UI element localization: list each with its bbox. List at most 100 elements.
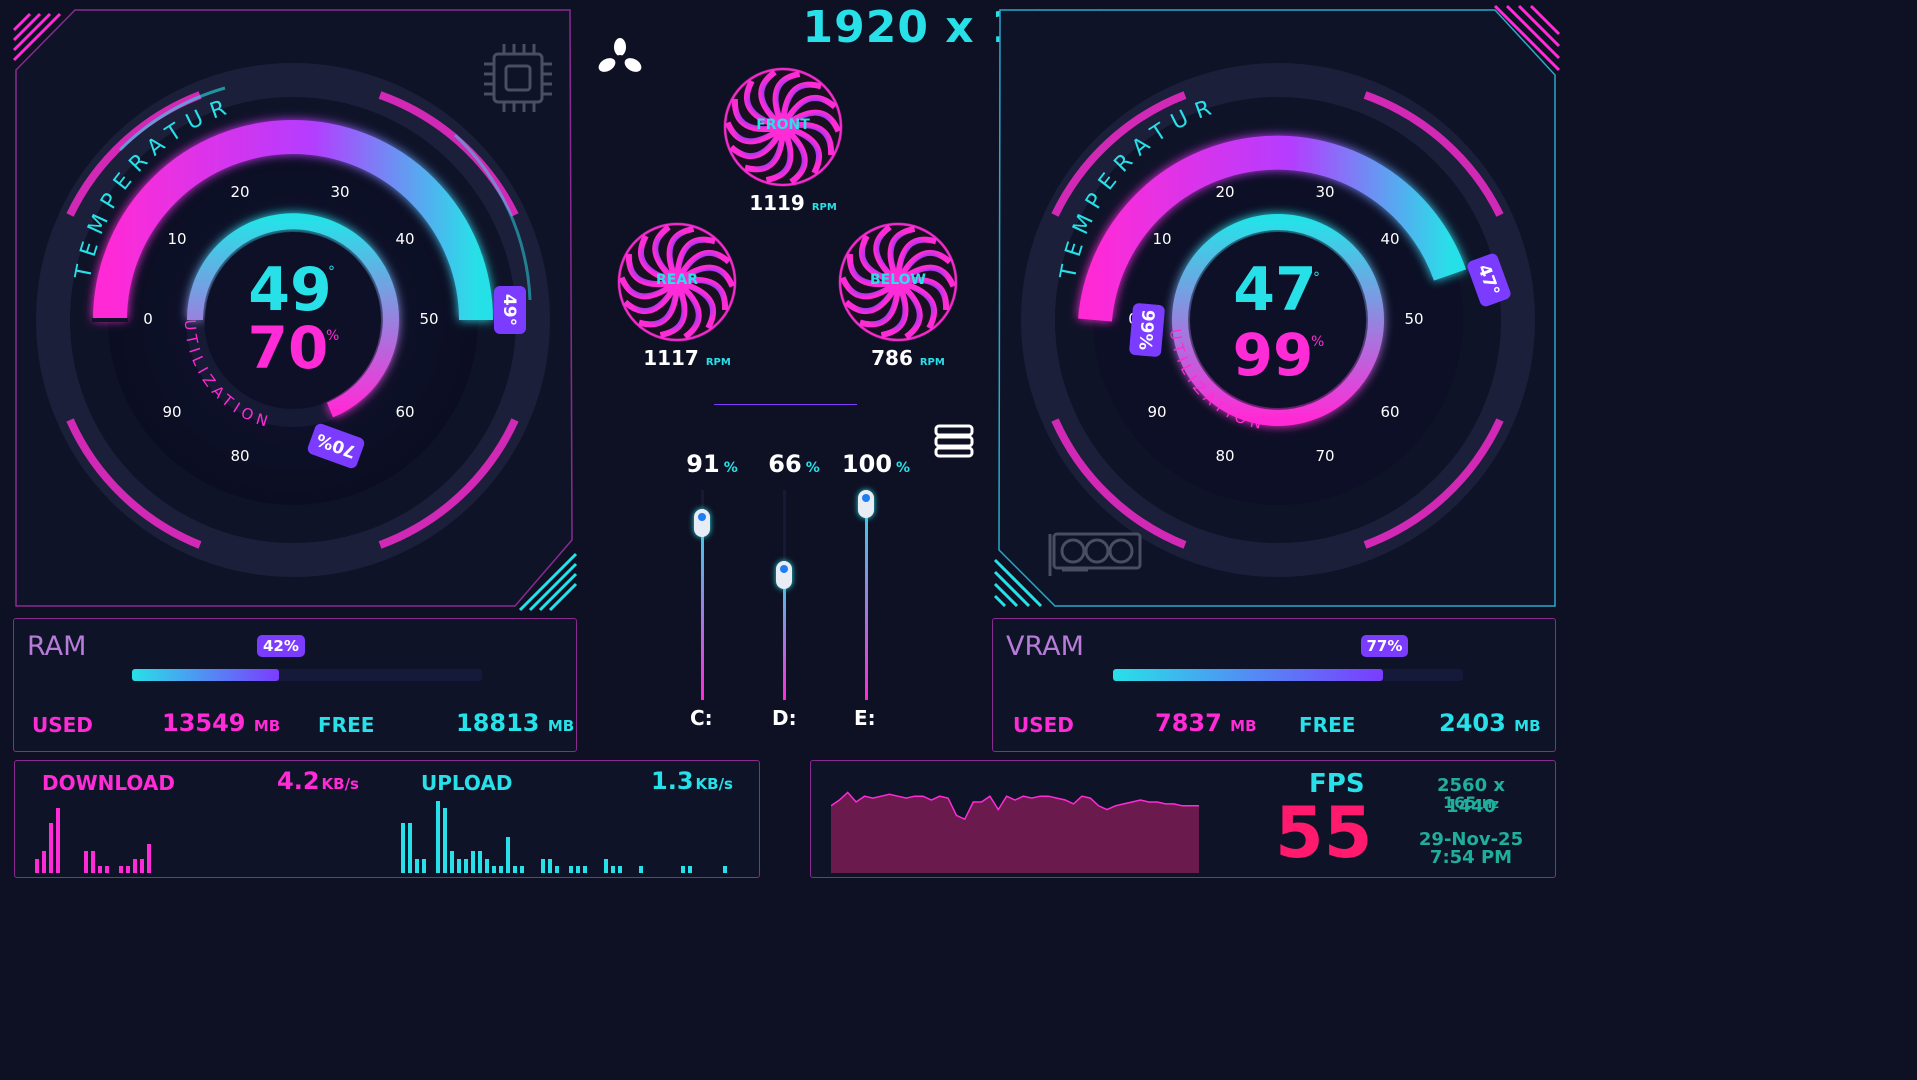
upload-bar	[541, 858, 545, 873]
drive-fill	[865, 490, 868, 700]
download-bar	[91, 851, 95, 873]
download-bar	[105, 865, 109, 873]
svg-text:60: 60	[1380, 403, 1399, 421]
download-bar	[35, 858, 39, 873]
tick-10: 10	[167, 230, 186, 248]
upload-bar	[401, 822, 405, 873]
fps-history-chart	[831, 791, 1199, 873]
vram-percent-badge: 77%	[1360, 635, 1409, 657]
upload-bar	[443, 808, 447, 873]
upload-bar	[464, 858, 468, 873]
drive-percent: 66%	[768, 450, 820, 478]
time: 7:54 PM	[1429, 847, 1513, 868]
download-bar	[140, 858, 144, 873]
drives-divider	[714, 404, 857, 405]
svg-text:70: 70	[1315, 447, 1334, 465]
tick-50: 50	[419, 310, 438, 328]
tick-80: 80	[230, 447, 249, 465]
svg-text:%: %	[1311, 334, 1324, 350]
download-bar	[84, 851, 88, 873]
tick-20: 20	[230, 183, 249, 201]
fan-rpm: 786 RPM	[871, 346, 945, 370]
tick-40: 40	[395, 230, 414, 248]
fan-name: BELOW	[870, 272, 926, 288]
upload-bar	[618, 865, 622, 873]
fan-front: FRONT 1119 RPM	[723, 67, 845, 217]
svg-text:30: 30	[1315, 183, 1334, 201]
download-bar	[126, 865, 130, 873]
cpu-utilization-value: 70	[248, 314, 329, 382]
upload-bar	[485, 858, 489, 873]
upload-bar	[513, 865, 517, 873]
download-bar	[42, 851, 46, 873]
vram-title: VRAM	[1006, 631, 1084, 662]
svg-text:20: 20	[1215, 183, 1234, 201]
ram-title: RAM	[27, 631, 87, 662]
storage-icon	[934, 424, 974, 458]
vram-free-value: 2403 MB	[1439, 709, 1541, 737]
svg-text:80: 80	[1215, 447, 1234, 465]
upload-bar	[506, 837, 510, 873]
upload-bar	[611, 865, 615, 873]
upload-bar	[408, 822, 412, 873]
fan-rpm: 1119 RPM	[749, 191, 837, 215]
upload-bar	[422, 858, 426, 873]
fps-area	[831, 792, 1199, 873]
drive-slider-knob[interactable]	[858, 490, 874, 518]
upload-bar	[688, 865, 692, 873]
upload-chart	[401, 795, 751, 875]
download-bar	[147, 844, 151, 873]
drive-letter: C:	[690, 706, 713, 730]
fan-icon	[598, 38, 642, 72]
fan-name: REAR	[656, 272, 698, 288]
gpu-util-badge: 99%	[1129, 303, 1165, 357]
download-bar	[119, 865, 123, 873]
upload-bar	[450, 851, 454, 873]
upload-bar	[548, 858, 552, 873]
upload-bar	[583, 865, 587, 873]
cpu-icon	[484, 44, 552, 112]
gpu-temperature-value: 47	[1233, 255, 1317, 325]
fan-rpm: 1117 RPM	[643, 346, 731, 370]
fan-name: FRONT	[756, 117, 810, 133]
upload-bar	[457, 858, 461, 873]
download-bar	[49, 822, 53, 873]
drive-letter: D:	[772, 706, 797, 730]
vram-used-label: USED	[1013, 713, 1074, 737]
svg-text:90: 90	[1147, 403, 1166, 421]
gpu-icon	[1048, 532, 1142, 576]
download-label: DOWNLOAD	[42, 771, 175, 795]
drive-slider-knob[interactable]	[694, 508, 710, 537]
svg-text:40: 40	[1380, 230, 1399, 248]
upload-bar	[723, 865, 727, 873]
download-bar	[133, 858, 137, 873]
upload-bar	[555, 865, 559, 873]
tick-90: 90	[162, 403, 181, 421]
tick-60: 60	[395, 403, 414, 421]
svg-text:°: °	[1313, 270, 1320, 286]
upload-label: UPLOAD	[421, 771, 513, 795]
tick-30: 30	[330, 183, 349, 201]
ram-free-label: FREE	[318, 713, 375, 737]
svg-text:99%: 99%	[1134, 309, 1157, 351]
upload-bar	[604, 858, 608, 873]
ram-panel: RAM 42% USED 13549 MB FREE 18813 MB	[13, 618, 577, 752]
upload-bar	[639, 865, 643, 873]
download-value: 4.2 KB/s	[277, 767, 359, 795]
fps-panel: FPS 55 2560 x 1440 165 Hz 29-Nov-25 7:54…	[810, 760, 1556, 878]
upload-bar	[681, 865, 685, 873]
drive-percent: 91%	[686, 450, 738, 478]
fan-below: BELOW 786 RPM	[838, 222, 960, 372]
svg-text:49°: 49°	[499, 294, 519, 326]
vram-free-label: FREE	[1299, 713, 1356, 737]
tick-0: 0	[143, 310, 153, 328]
upload-bar	[492, 865, 496, 873]
network-panel: DOWNLOAD 4.2 KB/s UPLOAD 1.3 KB/s	[14, 760, 760, 878]
download-bar	[98, 865, 102, 873]
download-chart	[35, 795, 395, 875]
upload-bar	[520, 865, 524, 873]
upload-bar	[569, 865, 573, 873]
upload-value: 1.3 KB/s	[651, 767, 733, 795]
ram-used-label: USED	[32, 713, 93, 737]
drive-slider-knob[interactable]	[776, 561, 792, 590]
